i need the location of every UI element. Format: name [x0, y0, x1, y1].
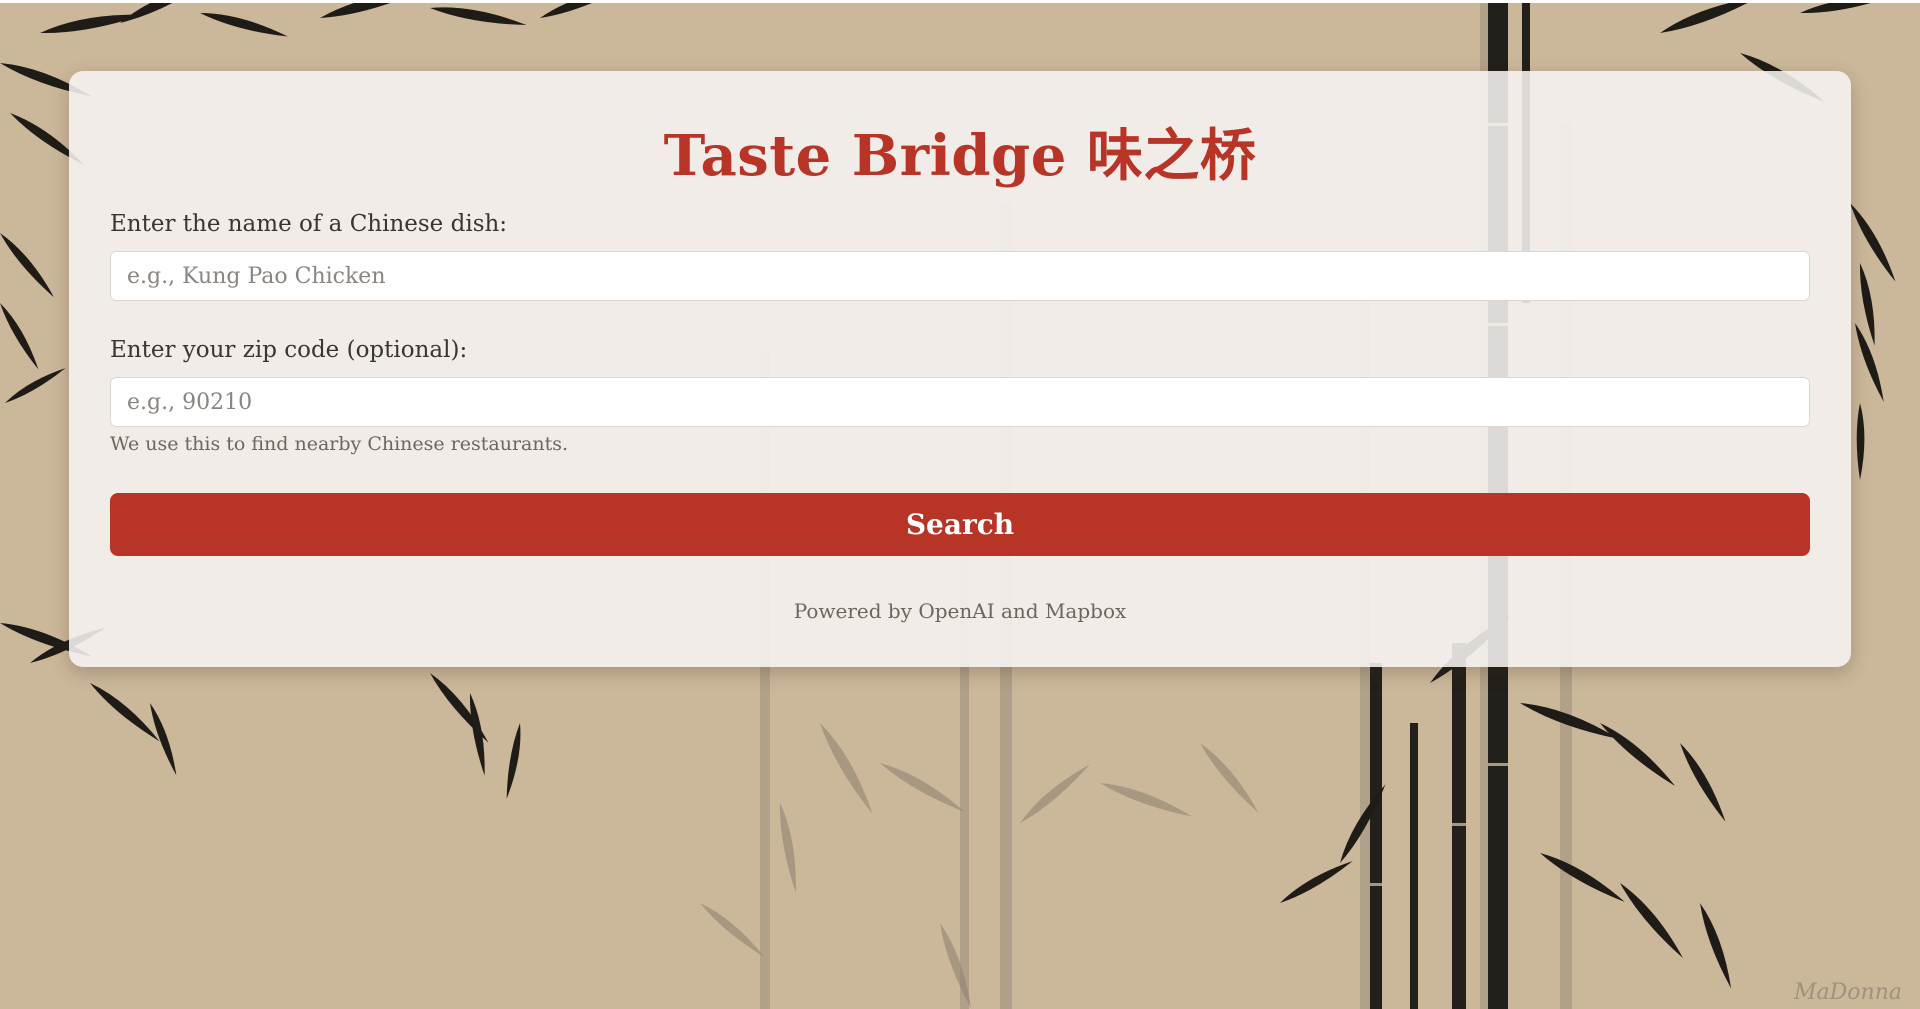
- zip-hint: We use this to find nearby Chinese resta…: [110, 433, 569, 455]
- search-card: Taste Bridge 味之桥 Enter the name of a Chi…: [69, 71, 1851, 667]
- artist-signature: MaDonna: [1794, 980, 1902, 1005]
- dish-input[interactable]: [110, 251, 1810, 301]
- dish-label: Enter the name of a Chinese dish:: [110, 211, 508, 237]
- search-button[interactable]: Search: [110, 493, 1810, 556]
- powered-by-footer: Powered by OpenAI and Mapbox: [793, 599, 1127, 623]
- zip-input[interactable]: [110, 377, 1810, 427]
- zip-label: Enter your zip code (optional):: [110, 337, 468, 363]
- app-title: Taste Bridge 味之桥: [663, 123, 1257, 189]
